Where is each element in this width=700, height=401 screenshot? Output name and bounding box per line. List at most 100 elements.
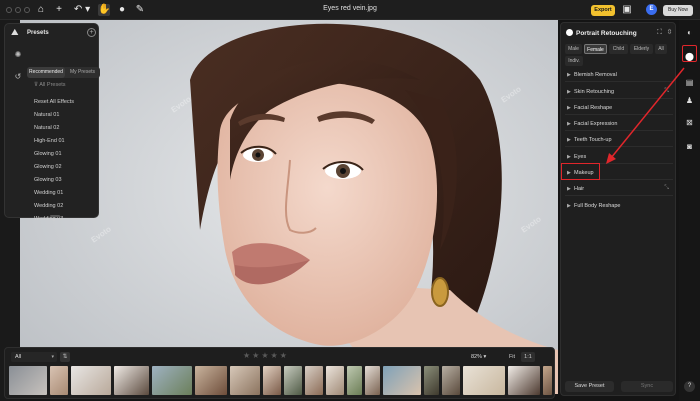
sync-button[interactable]: Sync: [621, 381, 673, 392]
home-icon[interactable]: ⌂: [35, 4, 47, 16]
window-minimize-button[interactable]: [15, 7, 21, 13]
thumbnail[interactable]: [263, 366, 281, 395]
section-label: Facial Reshape: [574, 105, 613, 111]
adjust-icon[interactable]: ✺: [13, 50, 23, 60]
thumbnail[interactable]: [9, 366, 47, 395]
section-label: Facial Expression: [574, 121, 618, 127]
preset-item[interactable]: Reset All Effects: [34, 99, 74, 112]
preset-item[interactable]: Wedding 03: [34, 216, 74, 229]
thumbnail[interactable]: [383, 366, 421, 395]
chevron-right-icon: ▶: [567, 154, 571, 160]
sync-label: Sync: [640, 383, 654, 389]
link-icon[interactable]: ⤡: [664, 88, 669, 95]
toggle-icon[interactable]: ◐: [684, 27, 695, 38]
export-button[interactable]: Export: [591, 5, 615, 16]
presets-title: Presets: [27, 30, 49, 36]
thumbnail[interactable]: [543, 366, 552, 395]
hand-icon[interactable]: ✋: [98, 4, 110, 16]
segment-male[interactable]: Male: [565, 44, 582, 54]
sort-icon[interactable]: ⇅: [60, 352, 70, 362]
section-facial-reshape[interactable]: ▶ Facial Reshape: [565, 101, 673, 115]
section-label: Skin Retouching: [574, 89, 615, 95]
adjust-icon[interactable]: ⊠: [684, 117, 695, 128]
thumbnail[interactable]: [114, 366, 149, 395]
segment-individual[interactable]: Indiv.: [565, 56, 583, 66]
section-label: Teeth Touch-up: [574, 137, 612, 143]
avatar[interactable]: E: [646, 4, 657, 15]
portrait-retouching-panel: Portrait Retouching ⛶ ⇳ Male Female Chil…: [560, 22, 676, 396]
makeup-highlight-box: [561, 163, 600, 180]
fit-button[interactable]: Fit: [505, 352, 519, 362]
save-preset-button[interactable]: Save Preset: [565, 381, 614, 392]
chevron-right-icon: ▶: [567, 186, 571, 192]
thumbnail[interactable]: [71, 366, 111, 395]
section-blemish-removal[interactable]: ▶ Blemish Removal: [565, 68, 673, 82]
chevron-right-icon: ▶: [567, 121, 571, 127]
thumbnail-strip: [9, 366, 552, 395]
eraser-icon[interactable]: ✎: [134, 4, 146, 16]
panel-toggle-icon[interactable]: [566, 29, 573, 36]
section-skin-retouching[interactable]: ▶ Skin Retouching ⤡: [565, 85, 673, 99]
clothing-icon[interactable]: ♟: [684, 95, 695, 106]
preset-item[interactable]: Glowing 03: [34, 177, 74, 190]
undo-icon[interactable]: ↶ ▾: [73, 4, 91, 16]
thumbnail[interactable]: [50, 366, 68, 395]
preset-item[interactable]: Wedding 01: [34, 190, 74, 203]
link-icon[interactable]: ⤡: [664, 185, 669, 192]
thumbnail[interactable]: [424, 366, 439, 395]
add-preset-icon[interactable]: +: [87, 28, 96, 37]
camera-icon[interactable]: ◙: [684, 141, 695, 152]
actual-size-button[interactable]: 1:1: [521, 352, 535, 362]
photo-canvas[interactable]: Evoto Evoto Evoto Evoto: [20, 20, 558, 394]
chevron-down-icon: ▾: [51, 354, 54, 360]
retouch-brush-icon[interactable]: ●: [116, 4, 128, 16]
thumbnail[interactable]: [284, 366, 302, 395]
plus-icon[interactable]: +: [53, 4, 65, 16]
tab-recommended[interactable]: Recommended: [27, 67, 65, 78]
compare-icon[interactable]: ⛶: [655, 28, 664, 37]
thumbnail[interactable]: [463, 366, 505, 395]
preset-item[interactable]: Natural 01: [34, 112, 74, 125]
background-icon[interactable]: ▤: [684, 77, 695, 88]
thumbnail[interactable]: [326, 366, 344, 395]
tab-my-presets[interactable]: My Presets: [65, 67, 100, 78]
segment-elderly[interactable]: Elderly: [630, 44, 653, 54]
segment-female[interactable]: Female: [584, 44, 607, 54]
section-hair[interactable]: ▶ Hair ⤡: [565, 182, 673, 196]
segment-child[interactable]: Child: [609, 44, 628, 54]
all-presets-filter[interactable]: ⊽ All Presets: [34, 82, 66, 88]
window-close-button[interactable]: [6, 7, 12, 13]
section-eyes[interactable]: ▶ Eyes: [565, 150, 673, 164]
section-label: Full Body Reshape: [574, 203, 621, 209]
preset-item[interactable]: Natural 02: [34, 125, 74, 138]
thumbnail[interactable]: [365, 366, 380, 395]
section-teeth-touch-up[interactable]: ▶ Teeth Touch-up: [565, 133, 673, 147]
thumbnail[interactable]: [230, 366, 260, 395]
chevron-right-icon: ▶: [567, 203, 571, 209]
zoom-select[interactable]: 82% ▾: [471, 352, 503, 362]
thumbnail[interactable]: [508, 366, 540, 395]
history-icon[interactable]: ↺: [13, 72, 23, 82]
window-zoom-button[interactable]: [24, 7, 30, 13]
section-full-body-reshape[interactable]: ▶ Full Body Reshape: [565, 199, 673, 213]
panel-title: Portrait Retouching: [576, 30, 637, 37]
preset-item[interactable]: Glowing 02: [34, 164, 74, 177]
thumbnail[interactable]: [152, 366, 192, 395]
resize-handle[interactable]: [50, 215, 60, 217]
chevron-right-icon: ▶: [567, 105, 571, 111]
section-label: Blemish Removal: [574, 72, 617, 78]
share-icon[interactable]: ▣: [621, 4, 633, 16]
thumbnail[interactable]: [347, 366, 362, 395]
segment-all[interactable]: All: [655, 44, 667, 54]
expand-icon[interactable]: ⇳: [665, 28, 674, 37]
help-icon[interactable]: ?: [684, 381, 695, 392]
buy-now-button[interactable]: Buy Now: [663, 5, 693, 16]
preset-item[interactable]: Glowing 01: [34, 151, 74, 164]
preset-item[interactable]: High-End 01: [34, 138, 74, 151]
rating-stars[interactable]: ★★★★★: [243, 351, 289, 360]
filter-select[interactable]: All ▾: [11, 352, 57, 362]
thumbnail[interactable]: [305, 366, 323, 395]
section-facial-expression[interactable]: ▶ Facial Expression: [565, 117, 673, 131]
thumbnail[interactable]: [442, 366, 460, 395]
thumbnail[interactable]: [195, 366, 227, 395]
